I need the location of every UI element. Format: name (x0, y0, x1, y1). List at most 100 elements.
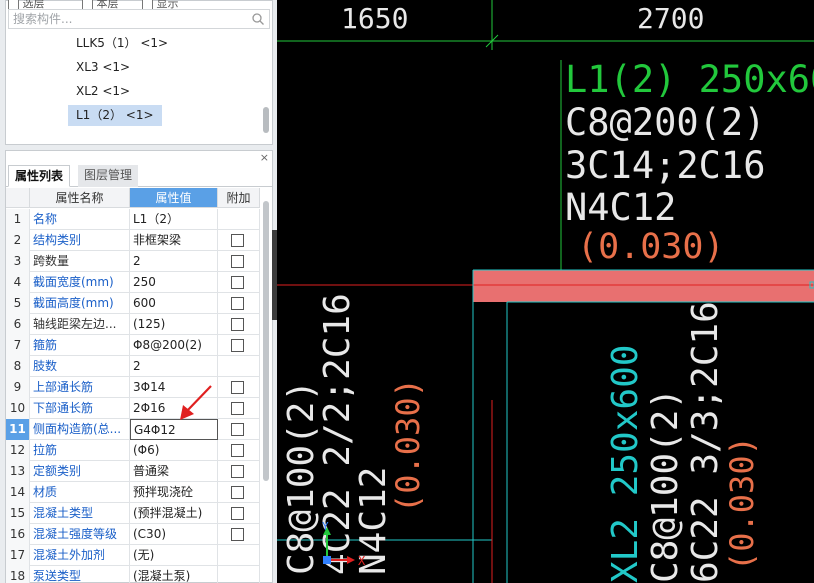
tree-scrollbar[interactable] (263, 107, 269, 133)
property-row[interactable]: 8 肢数 2 (6, 356, 260, 377)
extra-checkbox[interactable] (231, 318, 244, 331)
property-row[interactable]: 10 下部通长筋 2Φ16 (6, 398, 260, 419)
property-extra (218, 566, 260, 583)
property-row[interactable]: 13 定额类别 普通梁 (6, 461, 260, 482)
property-value[interactable]: (C30) (130, 524, 218, 545)
property-extra (218, 440, 260, 461)
axis-x-label: X (358, 554, 366, 568)
extra-checkbox[interactable] (231, 276, 244, 289)
property-name: 上部通长筋 (30, 377, 130, 398)
property-value[interactable]: 600 (130, 293, 218, 314)
property-value[interactable]: (预拌混凝土) (130, 503, 218, 524)
property-extra (218, 503, 260, 524)
property-name: 箍筋 (30, 335, 130, 356)
property-row[interactable]: 4 截面宽度(mm) 250 (6, 272, 260, 293)
xl2-name-label: XL2 250x600 (605, 345, 646, 583)
property-extra (218, 209, 260, 230)
property-row[interactable]: 15 混凝土类型 (预拌混凝土) (6, 503, 260, 524)
property-row[interactable]: 18 泵送类型 (混凝土泵) (6, 566, 260, 583)
left-panel: 选层 本层 显示 LLK5（1） <1> XL3 <1> XL2 <1> L1（… (0, 0, 277, 583)
property-extra (218, 398, 260, 419)
extra-checkbox[interactable] (231, 444, 244, 457)
property-name: 名称 (30, 209, 130, 230)
property-name: 定额类别 (30, 461, 130, 482)
tab-layer-management[interactable]: 图层管理 (78, 165, 139, 187)
property-row[interactable]: 11 侧面构造筋(总... G4Φ12 (6, 419, 260, 440)
tab-properties[interactable]: 属性列表 (8, 165, 71, 187)
property-row[interactable]: 14 材质 预拌现浇砼 (6, 482, 260, 503)
tree-item-xl2[interactable]: XL2 <1> (68, 81, 138, 102)
properties-scrollbar[interactable] (263, 201, 269, 481)
extra-checkbox[interactable] (231, 507, 244, 520)
property-row[interactable]: 7 箍筋 Φ8@200(2) (6, 335, 260, 356)
extra-checkbox[interactable] (231, 339, 244, 352)
component-list-panel: 选层 本层 显示 LLK5（1） <1> XL3 <1> XL2 <1> L1（… (5, 0, 273, 145)
property-row[interactable]: 1 名称 L1（2） (6, 209, 260, 230)
row-index: 8 (6, 356, 30, 377)
property-row[interactable]: 5 截面高度(mm) 600 (6, 293, 260, 314)
property-row[interactable]: 9 上部通长筋 3Φ14 (6, 377, 260, 398)
extra-checkbox[interactable] (231, 528, 244, 541)
filter-bar: 选层 本层 显示 (6, 0, 272, 10)
property-value[interactable]: 3Φ14 (130, 377, 218, 398)
property-extra (218, 419, 260, 440)
header-index (6, 188, 30, 208)
extra-checkbox[interactable] (231, 381, 244, 394)
extra-checkbox[interactable] (231, 423, 244, 436)
selected-beam-l1[interactable] (473, 270, 814, 302)
property-row[interactable]: 17 混凝土外加剂 (无) (6, 545, 260, 566)
property-row[interactable]: 12 拉筋 (Φ6) (6, 440, 260, 461)
row-index: 14 (6, 482, 30, 503)
property-name: 肢数 (30, 356, 130, 377)
search-box (8, 9, 270, 29)
property-value[interactable]: 2 (130, 356, 218, 377)
property-value[interactable]: 预拌现浇砼 (130, 482, 218, 503)
property-name: 下部通长筋 (30, 398, 130, 419)
property-extra (218, 272, 260, 293)
extra-checkbox[interactable] (231, 234, 244, 247)
tree-item-llk5[interactable]: LLK5（1） <1> (68, 33, 176, 54)
row-index: 9 (6, 377, 30, 398)
property-row[interactable]: 2 结构类别 非框架梁 (6, 230, 260, 251)
property-value[interactable]: 2 (130, 251, 218, 272)
xl2-elevation-label: (0.030) (723, 436, 761, 571)
extra-checkbox[interactable] (231, 402, 244, 415)
search-icon[interactable] (251, 12, 265, 26)
property-value[interactable]: 普通梁 (130, 461, 218, 482)
property-value[interactable]: 非框架梁 (130, 230, 218, 251)
property-name: 混凝土强度等级 (30, 524, 130, 545)
extra-checkbox[interactable] (231, 255, 244, 268)
header-name: 属性名称 (30, 188, 130, 208)
property-value-editing[interactable]: G4Φ12 (130, 419, 218, 440)
tree-item-xl3[interactable]: XL3 <1> (68, 57, 138, 78)
extra-checkbox[interactable] (231, 486, 244, 499)
property-value[interactable]: L1（2） (130, 209, 218, 230)
property-row[interactable]: 16 混凝土强度等级 (C30) (6, 524, 260, 545)
row-index: 2 (6, 230, 30, 251)
property-name: 截面宽度(mm) (30, 272, 130, 293)
row-index: 12 (6, 440, 30, 461)
property-extra (218, 482, 260, 503)
row-index: 7 (6, 335, 30, 356)
row-index: 1 (6, 209, 30, 230)
cad-drawing-canvas[interactable]: 1650 2700 L1(2) 250x600 C8@200(2) 3C14;2… (277, 0, 814, 583)
property-row[interactable]: 3 跨数量 2 (6, 251, 260, 272)
property-value[interactable]: 250 (130, 272, 218, 293)
property-value[interactable]: (125) (130, 314, 218, 335)
tree-item-l1[interactable]: L1（2） <1> (68, 105, 162, 126)
property-value[interactable]: (Φ6) (130, 440, 218, 461)
l1-side-label: N4C12 (565, 186, 676, 229)
close-icon[interactable]: × (260, 152, 269, 164)
left-beam-labels: C8@100(2) 4C22 2/2;2C16 N4C12 (0.030) (281, 293, 427, 575)
cad-drawing: 1650 2700 L1(2) 250x600 C8@200(2) 3C14;2… (277, 0, 814, 583)
search-input[interactable] (9, 10, 249, 28)
property-value[interactable]: (无) (130, 545, 218, 566)
property-extra (218, 524, 260, 545)
extra-checkbox[interactable] (231, 297, 244, 310)
property-value[interactable]: Φ8@200(2) (130, 335, 218, 356)
property-row[interactable]: 6 轴线距梁左边... (125) (6, 314, 260, 335)
property-value[interactable]: 2Φ16 (130, 398, 218, 419)
extra-checkbox[interactable] (231, 465, 244, 478)
property-value[interactable]: (混凝土泵) (130, 566, 218, 583)
row-index: 3 (6, 251, 30, 272)
